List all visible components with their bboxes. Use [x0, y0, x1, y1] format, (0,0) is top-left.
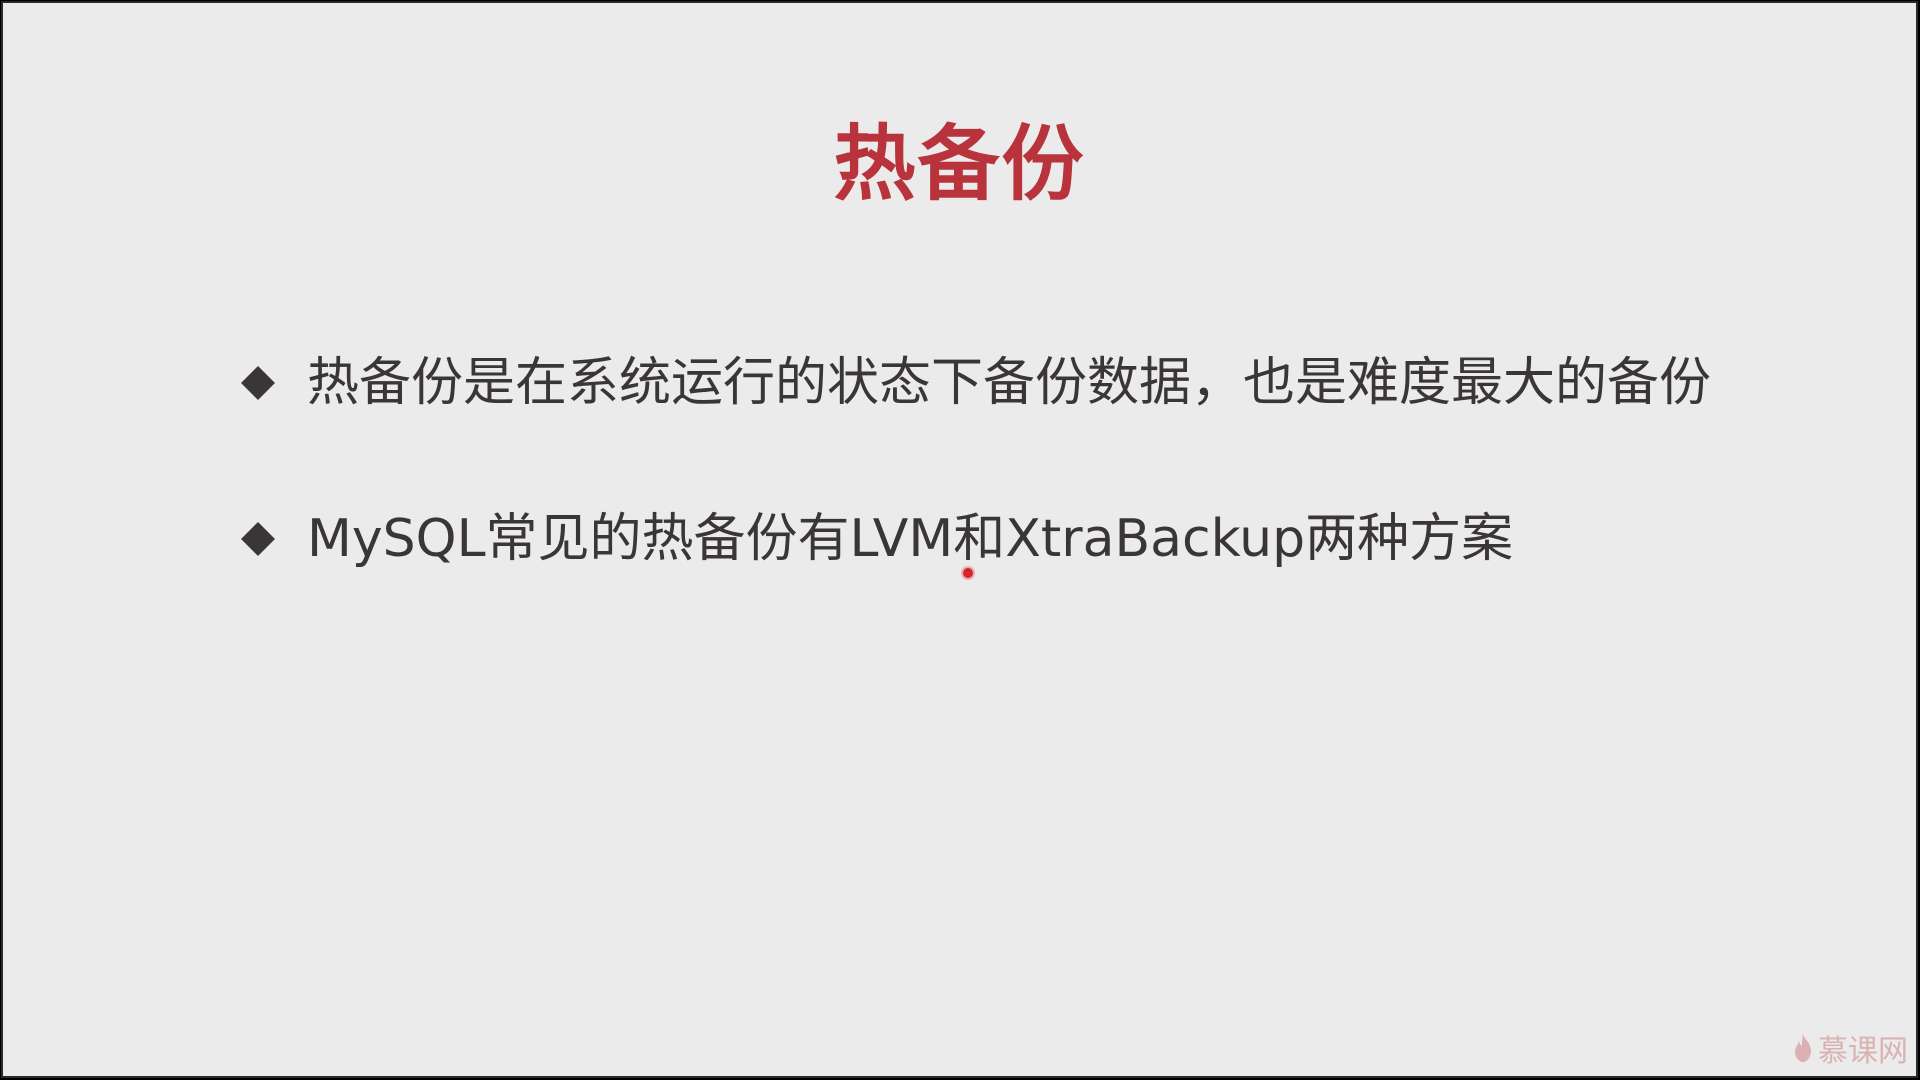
flame-icon	[1795, 1034, 1811, 1062]
laser-pointer-dot	[963, 568, 973, 578]
diamond-bullet-icon	[241, 522, 275, 556]
list-item: MySQL常见的热备份有LVM和XtraBackup两种方案	[235, 499, 1795, 579]
bullet-text: 热备份是在系统运行的状态下备份数据，也是难度最大的备份	[307, 353, 1712, 413]
slide: 热备份 热备份是在系统运行的状态下备份数据，也是难度最大的备份 MySQL常见的…	[1, 1, 1918, 1078]
diamond-bullet-icon	[241, 366, 275, 400]
slide-title: 热备份	[833, 117, 1086, 212]
bullet-text: MySQL常见的热备份有LVM和XtraBackup两种方案	[307, 509, 1514, 569]
list-item: 热备份是在系统运行的状态下备份数据，也是难度最大的备份	[235, 343, 1795, 423]
bullet-list: 热备份是在系统运行的状态下备份数据，也是难度最大的备份 MySQL常见的热备份有…	[235, 343, 1795, 655]
watermark-text: 慕课网	[1818, 1034, 1908, 1069]
watermark-logo: 慕课网	[1792, 1026, 1908, 1070]
